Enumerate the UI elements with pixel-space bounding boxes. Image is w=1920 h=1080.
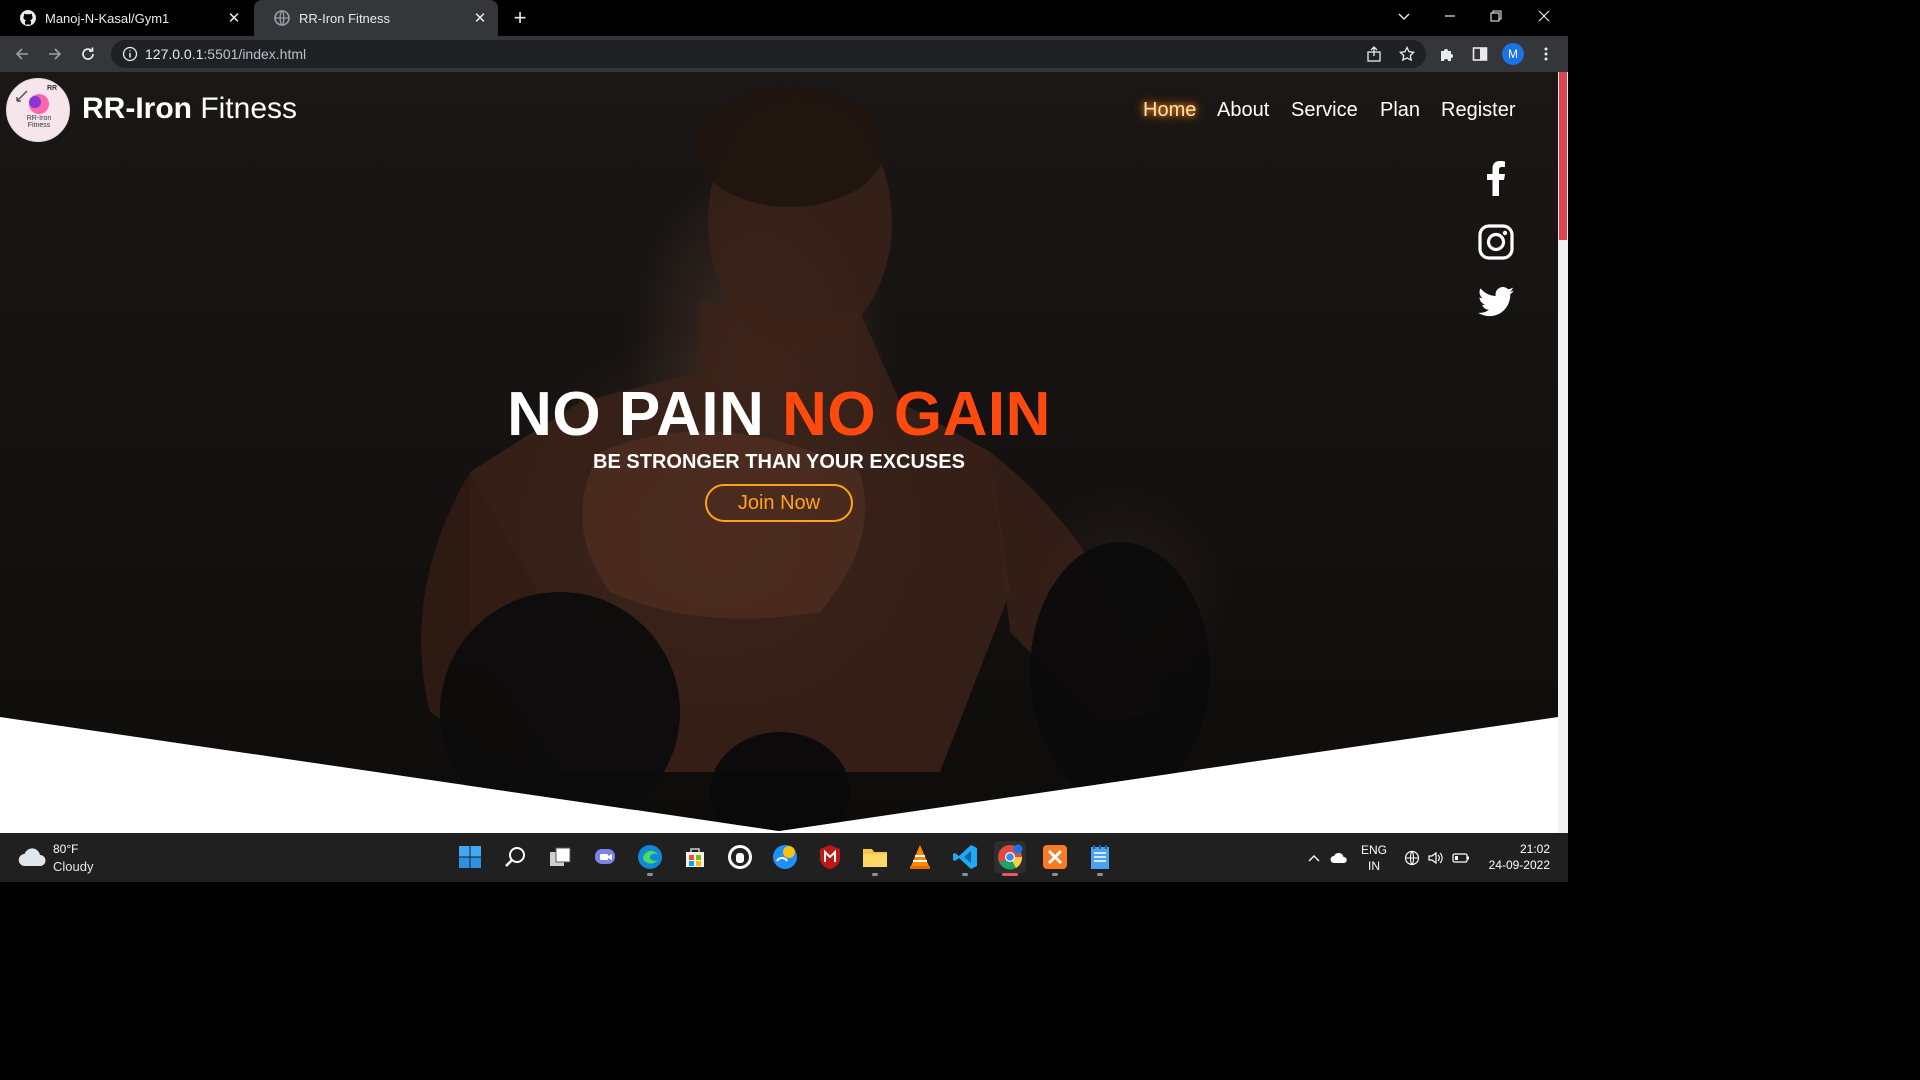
logo-mark-text: RR (47, 85, 58, 92)
restore-icon[interactable] (1476, 4, 1516, 28)
url-host: 127.0.0.1 (145, 46, 204, 62)
nav-home[interactable]: Home (1143, 99, 1196, 122)
page-scrollbar[interactable] (1558, 72, 1568, 833)
logo-text: RR-Iron Fitness (26, 115, 52, 129)
side-panel-icon[interactable] (1468, 42, 1492, 66)
facebook-icon[interactable] (1476, 158, 1516, 198)
clock-time[interactable]: 21:02 (1480, 842, 1550, 856)
github-desktop-icon[interactable] (724, 841, 756, 873)
teams-chat-icon[interactable] (589, 841, 621, 873)
profile-avatar[interactable]: M (1502, 43, 1524, 65)
region-indicator[interactable]: IN (1358, 859, 1390, 873)
language-indicator[interactable]: ENG (1358, 843, 1390, 857)
tab-search-chevron-icon[interactable] (1384, 4, 1424, 28)
running-indicator (1052, 873, 1058, 876)
hero-subheadline: BE STRONGER THAN YOUR EXCUSES (593, 451, 965, 473)
tab-title: Manoj-N-Kasal/Gym1 (45, 10, 170, 26)
brand-bold: RR-Iron (82, 92, 192, 125)
running-indicator (1002, 873, 1018, 876)
globe-icon (274, 10, 290, 26)
chevron-up-icon[interactable] (1305, 849, 1323, 867)
brand-name[interactable]: RR-Iron Fitness (82, 92, 297, 126)
windows-taskbar: 80°F Cloudy ENG IN 21:02 24-09-2022 (0, 833, 1568, 882)
site-info-icon[interactable] (122, 46, 138, 62)
page-viewport: RR RR-Iron Fitness RR-Iron Fitness Home … (0, 72, 1568, 833)
cloud-weather-icon[interactable] (18, 846, 46, 868)
network-globe-icon[interactable] (1403, 849, 1421, 867)
volume-speaker-icon[interactable] (1426, 849, 1444, 867)
tab-github[interactable]: Manoj-N-Kasal/Gym1 ✕ (0, 2, 252, 34)
headline-white: NO PAIN (507, 380, 765, 449)
close-tab-icon[interactable]: ✕ (472, 10, 488, 27)
onedrive-cloud-icon[interactable] (1330, 849, 1348, 867)
nav-register[interactable]: Register (1441, 99, 1515, 122)
scrollbar-thumb[interactable] (1559, 72, 1567, 240)
windows-start-icon[interactable] (454, 841, 486, 873)
close-tab-icon[interactable]: ✕ (226, 10, 242, 27)
nav-service[interactable]: Service (1291, 99, 1358, 122)
weather-temperature[interactable]: 80°F (53, 842, 78, 856)
nav-about[interactable]: About (1217, 99, 1269, 122)
menu-kebab-icon[interactable] (1534, 42, 1558, 66)
url-path: :5501/index.html (203, 46, 307, 62)
new-tab-button[interactable]: + (508, 5, 532, 30)
headline-accent: NO GAIN (782, 380, 1051, 449)
back-arrow-icon[interactable] (10, 42, 34, 66)
battery-icon[interactable] (1452, 849, 1470, 867)
file-explorer-icon[interactable] (859, 841, 891, 876)
tab-title: RR-Iron Fitness (299, 10, 391, 26)
logo-emblem-icon (16, 90, 49, 114)
search-icon[interactable] (499, 841, 531, 873)
task-view-icon[interactable] (544, 841, 576, 873)
running-indicator (1097, 873, 1103, 876)
browser-toolbar: 127.0.0.1:5501/index.html M (0, 36, 1568, 72)
weather-condition[interactable]: Cloudy (53, 859, 93, 874)
microsoft-store-icon[interactable] (679, 841, 711, 873)
chrome-icon[interactable] (994, 841, 1026, 876)
running-indicator (647, 873, 653, 876)
instagram-icon[interactable] (1476, 222, 1516, 262)
mcafee-shield-icon[interactable] (814, 841, 846, 873)
running-indicator (962, 873, 968, 876)
weather-app-icon[interactable] (769, 841, 801, 873)
vlc-cone-icon[interactable] (904, 841, 936, 873)
hero-headline: NO PAIN NO GAIN (0, 379, 1558, 450)
nav-plan[interactable]: Plan (1380, 99, 1420, 122)
reload-icon[interactable] (76, 42, 100, 66)
join-now-button[interactable]: Join Now (705, 484, 853, 522)
address-bar[interactable]: 127.0.0.1:5501/index.html (111, 40, 1426, 68)
extensions-puzzle-icon[interactable] (1435, 42, 1459, 66)
minimize-icon[interactable] (1430, 4, 1470, 28)
xampp-icon[interactable] (1039, 841, 1071, 876)
site-logo[interactable]: RR RR-Iron Fitness (6, 78, 70, 142)
share-icon[interactable] (1362, 42, 1386, 66)
notepad-icon[interactable] (1084, 841, 1116, 876)
close-window-icon[interactable] (1524, 4, 1564, 28)
forward-arrow-icon[interactable] (43, 42, 67, 66)
browser-tab-strip: Manoj-N-Kasal/Gym1 ✕ RR-Iron Fitness ✕ + (0, 0, 1568, 36)
brand-rest: Fitness (191, 92, 298, 125)
edge-browser-icon[interactable] (634, 841, 666, 876)
bookmark-star-icon[interactable] (1395, 42, 1419, 66)
clock-date[interactable]: 24-09-2022 (1480, 858, 1550, 872)
twitter-icon[interactable] (1476, 282, 1516, 322)
url-text: 127.0.0.1:5501/index.html (145, 46, 306, 62)
running-indicator (872, 873, 878, 876)
github-icon (20, 10, 36, 26)
tab-rr-iron-fitness[interactable]: RR-Iron Fitness ✕ (254, 0, 498, 36)
vscode-icon[interactable] (949, 841, 981, 876)
